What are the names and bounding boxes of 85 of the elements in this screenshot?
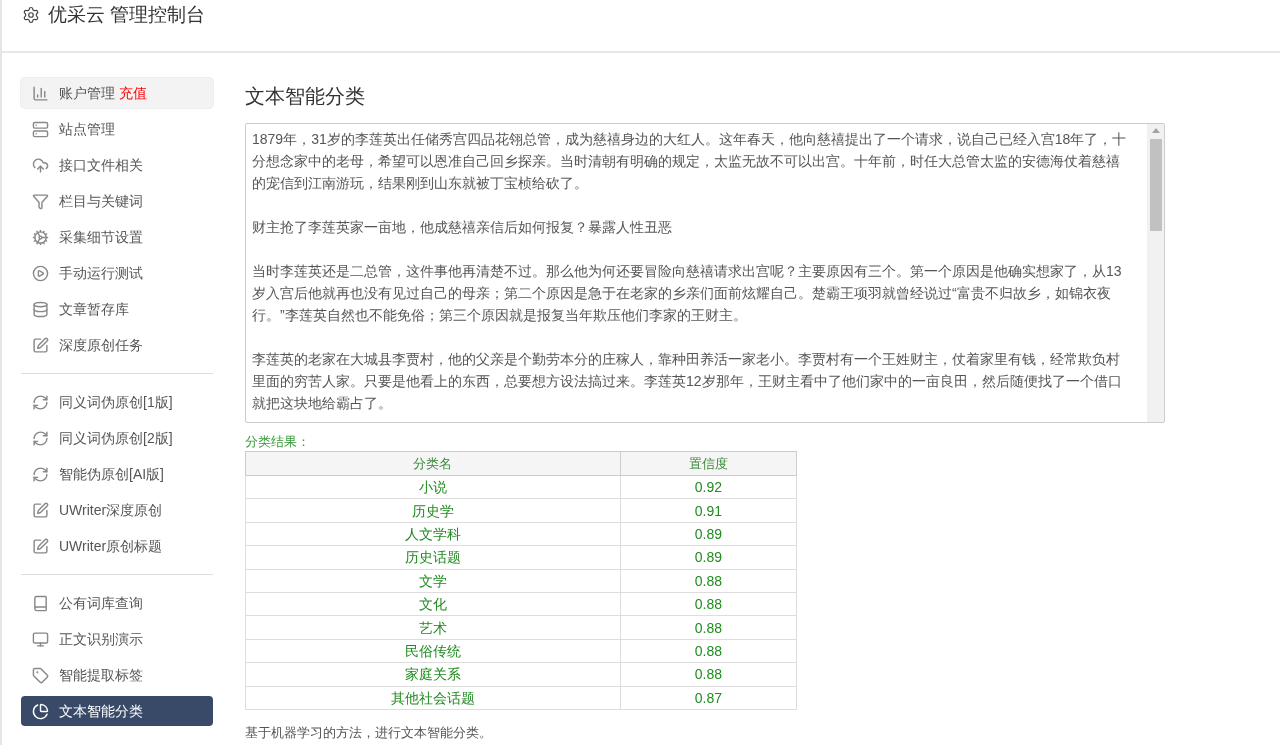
sidebar-label: 文章暂存库 bbox=[59, 299, 129, 319]
sidebar-label: 文本智能分类 bbox=[59, 701, 143, 721]
sidebar-label: 智能伪原创[AI版] bbox=[59, 464, 164, 484]
table-cell: 0.92 bbox=[620, 475, 797, 499]
monitor-icon bbox=[32, 630, 49, 648]
play-icon bbox=[32, 264, 49, 282]
sidebar-item[interactable]: 接口文件相关 bbox=[21, 150, 213, 180]
table-cell: 0.88 bbox=[620, 569, 797, 593]
table-cell: 0.91 bbox=[620, 498, 797, 523]
sidebar-item[interactable]: 文章暂存库 bbox=[21, 294, 213, 324]
sidebar-label: 正文识别演示 bbox=[59, 629, 143, 649]
pie-chart-icon bbox=[32, 702, 49, 720]
sidebar-label: 采集细节设置 bbox=[59, 227, 143, 247]
sidebar-item[interactable]: UWriter深度原创 bbox=[21, 495, 213, 525]
sidebar-item[interactable]: 同义词伪原创[1版] bbox=[21, 387, 213, 417]
tag-icon bbox=[32, 666, 49, 684]
sidebar-item[interactable]: 站点管理 bbox=[21, 114, 213, 144]
text-input-area[interactable] bbox=[245, 123, 1165, 423]
sidebar-item[interactable]: 手动运行测试 bbox=[21, 258, 213, 288]
text-paragraph: 财主抢了李莲英家一亩地，他成慈禧亲信后如何报复？暴露人性丑恶 bbox=[252, 218, 673, 237]
column-header: 置信度 bbox=[620, 451, 797, 476]
sidebar-label: UWriter深度原创 bbox=[59, 500, 163, 520]
sidebar-item[interactable]: 同义词伪原创[2版] bbox=[21, 423, 213, 453]
sidebar-item[interactable]: 智能提取标签 bbox=[21, 660, 213, 690]
text-paragraph: 李莲英的老家在大城县李贾村，他的父亲是个勤劳本分的庄稼人，靠种田养活一家老小。李贾村有一个王姓财主，仗着家里有钱，经常欺负村里面的穷苦人家。只要是他看上的东西，总要想方设法搞过来。李莲英12岁那年，王财主看中了他们家中的一亩良田，然后随便找了一个借口就把这块地给霸占了。 bbox=[252, 350, 1123, 413]
refresh-icon bbox=[32, 465, 49, 483]
edit-icon bbox=[32, 501, 49, 519]
table-cell: 文学 bbox=[245, 569, 621, 593]
table-cell: 0.89 bbox=[620, 545, 797, 570]
sidebar-label: 同义词伪原创[2版] bbox=[59, 428, 173, 448]
sidebar-item[interactable]: 公有词库查询 bbox=[21, 588, 213, 618]
sidebar-item[interactable]: 文本智能分类 bbox=[21, 696, 213, 726]
sidebar-label: 账户管理 bbox=[59, 83, 115, 103]
table-cell: 0.87 bbox=[620, 686, 797, 710]
text-paragraph: 1879年，31岁的李莲英出任储秀宫四品花翎总管，成为慈禧身边的大红人。这年春天，他向慈禧提出了一个请求，说自己已经入宫18年了，十分想念家中的老母，希望可以恩准自己回乡探亲。当时清朝有明确的规定，太监无故不可以出宫。十年前，时任大总管太监的安德海仗着慈禧的宠信到江南游玩，结果刚到山东就被丁宝桢给砍了。 bbox=[252, 130, 1128, 193]
sidebar-label: UWriter原创标题 bbox=[59, 536, 163, 556]
table-cell: 文化 bbox=[245, 592, 621, 616]
sidebar-label: 深度原创任务 bbox=[59, 335, 143, 355]
edit-icon bbox=[32, 537, 49, 555]
sidebar-item[interactable]: 智能伪原创[AI版] bbox=[21, 459, 213, 489]
sidebar-item[interactable]: 栏目与关键词 bbox=[21, 186, 213, 216]
table-cell: 人文学科 bbox=[245, 522, 621, 546]
sidebar-label: 栏目与关键词 bbox=[59, 191, 143, 211]
server-icon bbox=[32, 120, 49, 138]
table-cell: 民俗传统 bbox=[245, 639, 621, 663]
sidebar-label: 接口文件相关 bbox=[59, 155, 143, 175]
table-cell: 0.88 bbox=[620, 615, 797, 640]
sidebar-label: 站点管理 bbox=[59, 119, 115, 139]
sidebar-item[interactable]: 正文识别演示 bbox=[21, 624, 213, 654]
sidebar-label: 智能提取标签 bbox=[59, 665, 143, 685]
gears-icon bbox=[32, 228, 49, 246]
filter-icon bbox=[32, 192, 49, 210]
table-cell: 0.88 bbox=[620, 592, 797, 616]
table-cell: 家庭关系 bbox=[245, 662, 621, 686]
bar-chart-icon bbox=[32, 84, 49, 102]
book-icon bbox=[32, 594, 49, 612]
settings-icon[interactable] bbox=[22, 6, 40, 24]
column-header: 分类名 bbox=[245, 451, 621, 476]
table-cell: 历史学 bbox=[245, 498, 621, 523]
refresh-icon bbox=[32, 429, 49, 447]
table-cell: 历史话题 bbox=[245, 545, 621, 570]
result-label: 分类结果： bbox=[245, 433, 310, 451]
table-cell: 其他社会话题 bbox=[245, 686, 621, 710]
sidebar-label: 手动运行测试 bbox=[59, 263, 143, 283]
refresh-icon bbox=[32, 393, 49, 411]
table-cell: 0.89 bbox=[620, 522, 797, 546]
sidebar-item[interactable]: UWriter原创标题 bbox=[21, 531, 213, 561]
table-cell: 艺术 bbox=[245, 615, 621, 640]
table-cell: 0.88 bbox=[620, 662, 797, 686]
page-title: 文本智能分类 bbox=[245, 84, 365, 109]
description-text: 基于机器学习的方法，进行文本智能分类。 bbox=[245, 723, 492, 742]
text-paragraph: 当时李莲英还是二总管，这件事他再清楚不过。那么他为何还要冒险向慈禧请求出宫呢？主要原因有三个。第一个原因是他确实想家了，从13岁入宫后他就再也没有见过自己的母亲；第二个原因是急于在老家的乡亲们面前炫耀自己。楚霸王项羽就曾经说过“富贵不归故乡，如锦衣夜行。”李莲英自然也不能免俗；第三个原因就是报复当年欺压他们李家的王财主。 bbox=[252, 262, 1123, 325]
cloud-upload-icon bbox=[32, 156, 49, 174]
edit-icon bbox=[32, 336, 49, 354]
table-cell: 0.88 bbox=[620, 639, 797, 663]
scrollbar[interactable] bbox=[1147, 124, 1164, 422]
sidebar-item[interactable]: 账户管理 充值 bbox=[21, 78, 213, 108]
sidebar-item[interactable]: 深度原创任务 bbox=[21, 330, 213, 360]
app-title: 优采云 管理控制台 bbox=[48, 3, 206, 27]
sidebar-label: 公有词库查询 bbox=[59, 593, 143, 613]
table-cell: 小说 bbox=[245, 475, 621, 499]
recharge-link[interactable]: 充值 bbox=[119, 82, 147, 104]
database-icon bbox=[32, 300, 49, 318]
sidebar-item[interactable]: 采集细节设置 bbox=[21, 222, 213, 252]
sidebar-label: 同义词伪原创[1版] bbox=[59, 392, 173, 412]
